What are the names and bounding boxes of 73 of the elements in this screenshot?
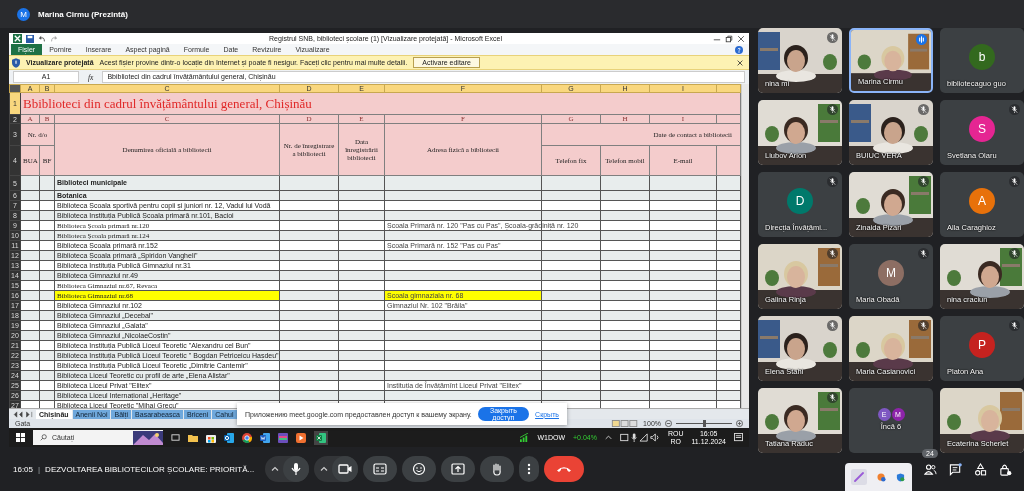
app-icon[interactable] xyxy=(877,472,886,482)
microphone-button[interactable] xyxy=(283,456,310,482)
participant-avatar: D xyxy=(787,187,813,214)
participant-avatar: S xyxy=(969,115,995,142)
security-icon[interactable] xyxy=(896,472,905,482)
close-icon[interactable] xyxy=(737,34,745,43)
separator: | xyxy=(38,464,41,474)
windows-start-icon[interactable] xyxy=(16,433,25,442)
presenter-avatar: M xyxy=(17,7,30,21)
mic-off-icon xyxy=(827,32,838,43)
chevron-up-icon[interactable] xyxy=(604,434,612,441)
search-highlight-icon[interactable] xyxy=(133,430,163,445)
chrome-icon[interactable] xyxy=(242,432,252,443)
sheet-nav-icon[interactable] xyxy=(11,410,35,418)
participant-avatar: b xyxy=(969,43,995,70)
mic-off-icon xyxy=(827,392,838,403)
participant-avatar: A xyxy=(969,187,995,214)
pen-icon[interactable] xyxy=(851,469,867,485)
more-options-button[interactable] xyxy=(519,456,540,482)
chevron-up-icon[interactable] xyxy=(319,464,330,474)
participant-avatar: P xyxy=(969,331,995,358)
zoom-slider-thumb[interactable] xyxy=(702,420,706,427)
vertical-scrollbar[interactable] xyxy=(741,84,749,408)
mic-off-icon xyxy=(1009,320,1020,331)
undo-icon[interactable] xyxy=(38,34,46,43)
sheet-title: Bbiblioteci din cadrul învățământului general, Chișinău xyxy=(23,95,312,111)
chat-icon[interactable] xyxy=(949,462,962,476)
mic-off-icon xyxy=(827,176,838,187)
folder-icon[interactable] xyxy=(188,432,198,443)
activities-icon[interactable] xyxy=(974,462,987,476)
leave-call-button[interactable] xyxy=(544,456,585,482)
app-icon[interactable] xyxy=(278,432,288,443)
mic-off-icon xyxy=(1009,104,1020,115)
save-icon[interactable] xyxy=(26,34,34,43)
meeting-title: DEZVOLTAREA BIBLIOTECILOR ȘCOLARE: PRIORITĂ... xyxy=(45,464,256,474)
mic-off-icon xyxy=(827,248,838,259)
participant-avatar: M xyxy=(878,259,904,286)
presenter-label: Marina Cirmu (Prezintă) xyxy=(38,9,128,19)
view-buttons-icon[interactable] xyxy=(611,420,640,427)
search-icon xyxy=(40,434,47,441)
word-icon[interactable] xyxy=(260,432,270,443)
mic-off-icon xyxy=(827,104,838,115)
emoji-button[interactable] xyxy=(402,456,437,482)
help-icon[interactable] xyxy=(735,45,743,54)
mic-off-icon xyxy=(827,320,838,331)
chevron-up-icon[interactable] xyxy=(270,464,281,474)
outlook-icon[interactable] xyxy=(224,432,234,443)
present-screen-button[interactable] xyxy=(441,456,476,482)
excel-icon[interactable] xyxy=(314,430,328,445)
tray-icons-drawing[interactable] xyxy=(619,433,660,442)
notification-icon[interactable] xyxy=(734,433,743,442)
restore-icon[interactable] xyxy=(725,34,733,43)
lock-icon[interactable] xyxy=(999,462,1012,476)
mic-off-icon xyxy=(918,176,929,187)
mic-off-icon xyxy=(918,104,929,115)
people-icon[interactable] xyxy=(924,462,937,476)
meeting-time: 16:05 xyxy=(13,464,34,474)
zoom-out-icon[interactable] xyxy=(665,420,672,427)
mic-off-icon xyxy=(918,248,929,259)
raise-hand-button[interactable] xyxy=(480,456,515,482)
mic-off-icon xyxy=(1009,248,1020,259)
close-icon[interactable] xyxy=(737,59,743,66)
captions-button[interactable] xyxy=(363,456,398,482)
shield-icon xyxy=(12,57,20,68)
stock-chart-icon[interactable] xyxy=(520,433,530,442)
mic-off-icon xyxy=(1009,176,1020,187)
media-player-icon[interactable] xyxy=(296,432,306,443)
camera-button[interactable] xyxy=(332,456,359,482)
task-view-icon[interactable] xyxy=(171,433,180,442)
mic-off-icon xyxy=(918,320,929,331)
zoom-in-icon[interactable] xyxy=(736,420,743,427)
store-icon[interactable] xyxy=(206,432,216,443)
speaking-icon xyxy=(916,34,927,45)
